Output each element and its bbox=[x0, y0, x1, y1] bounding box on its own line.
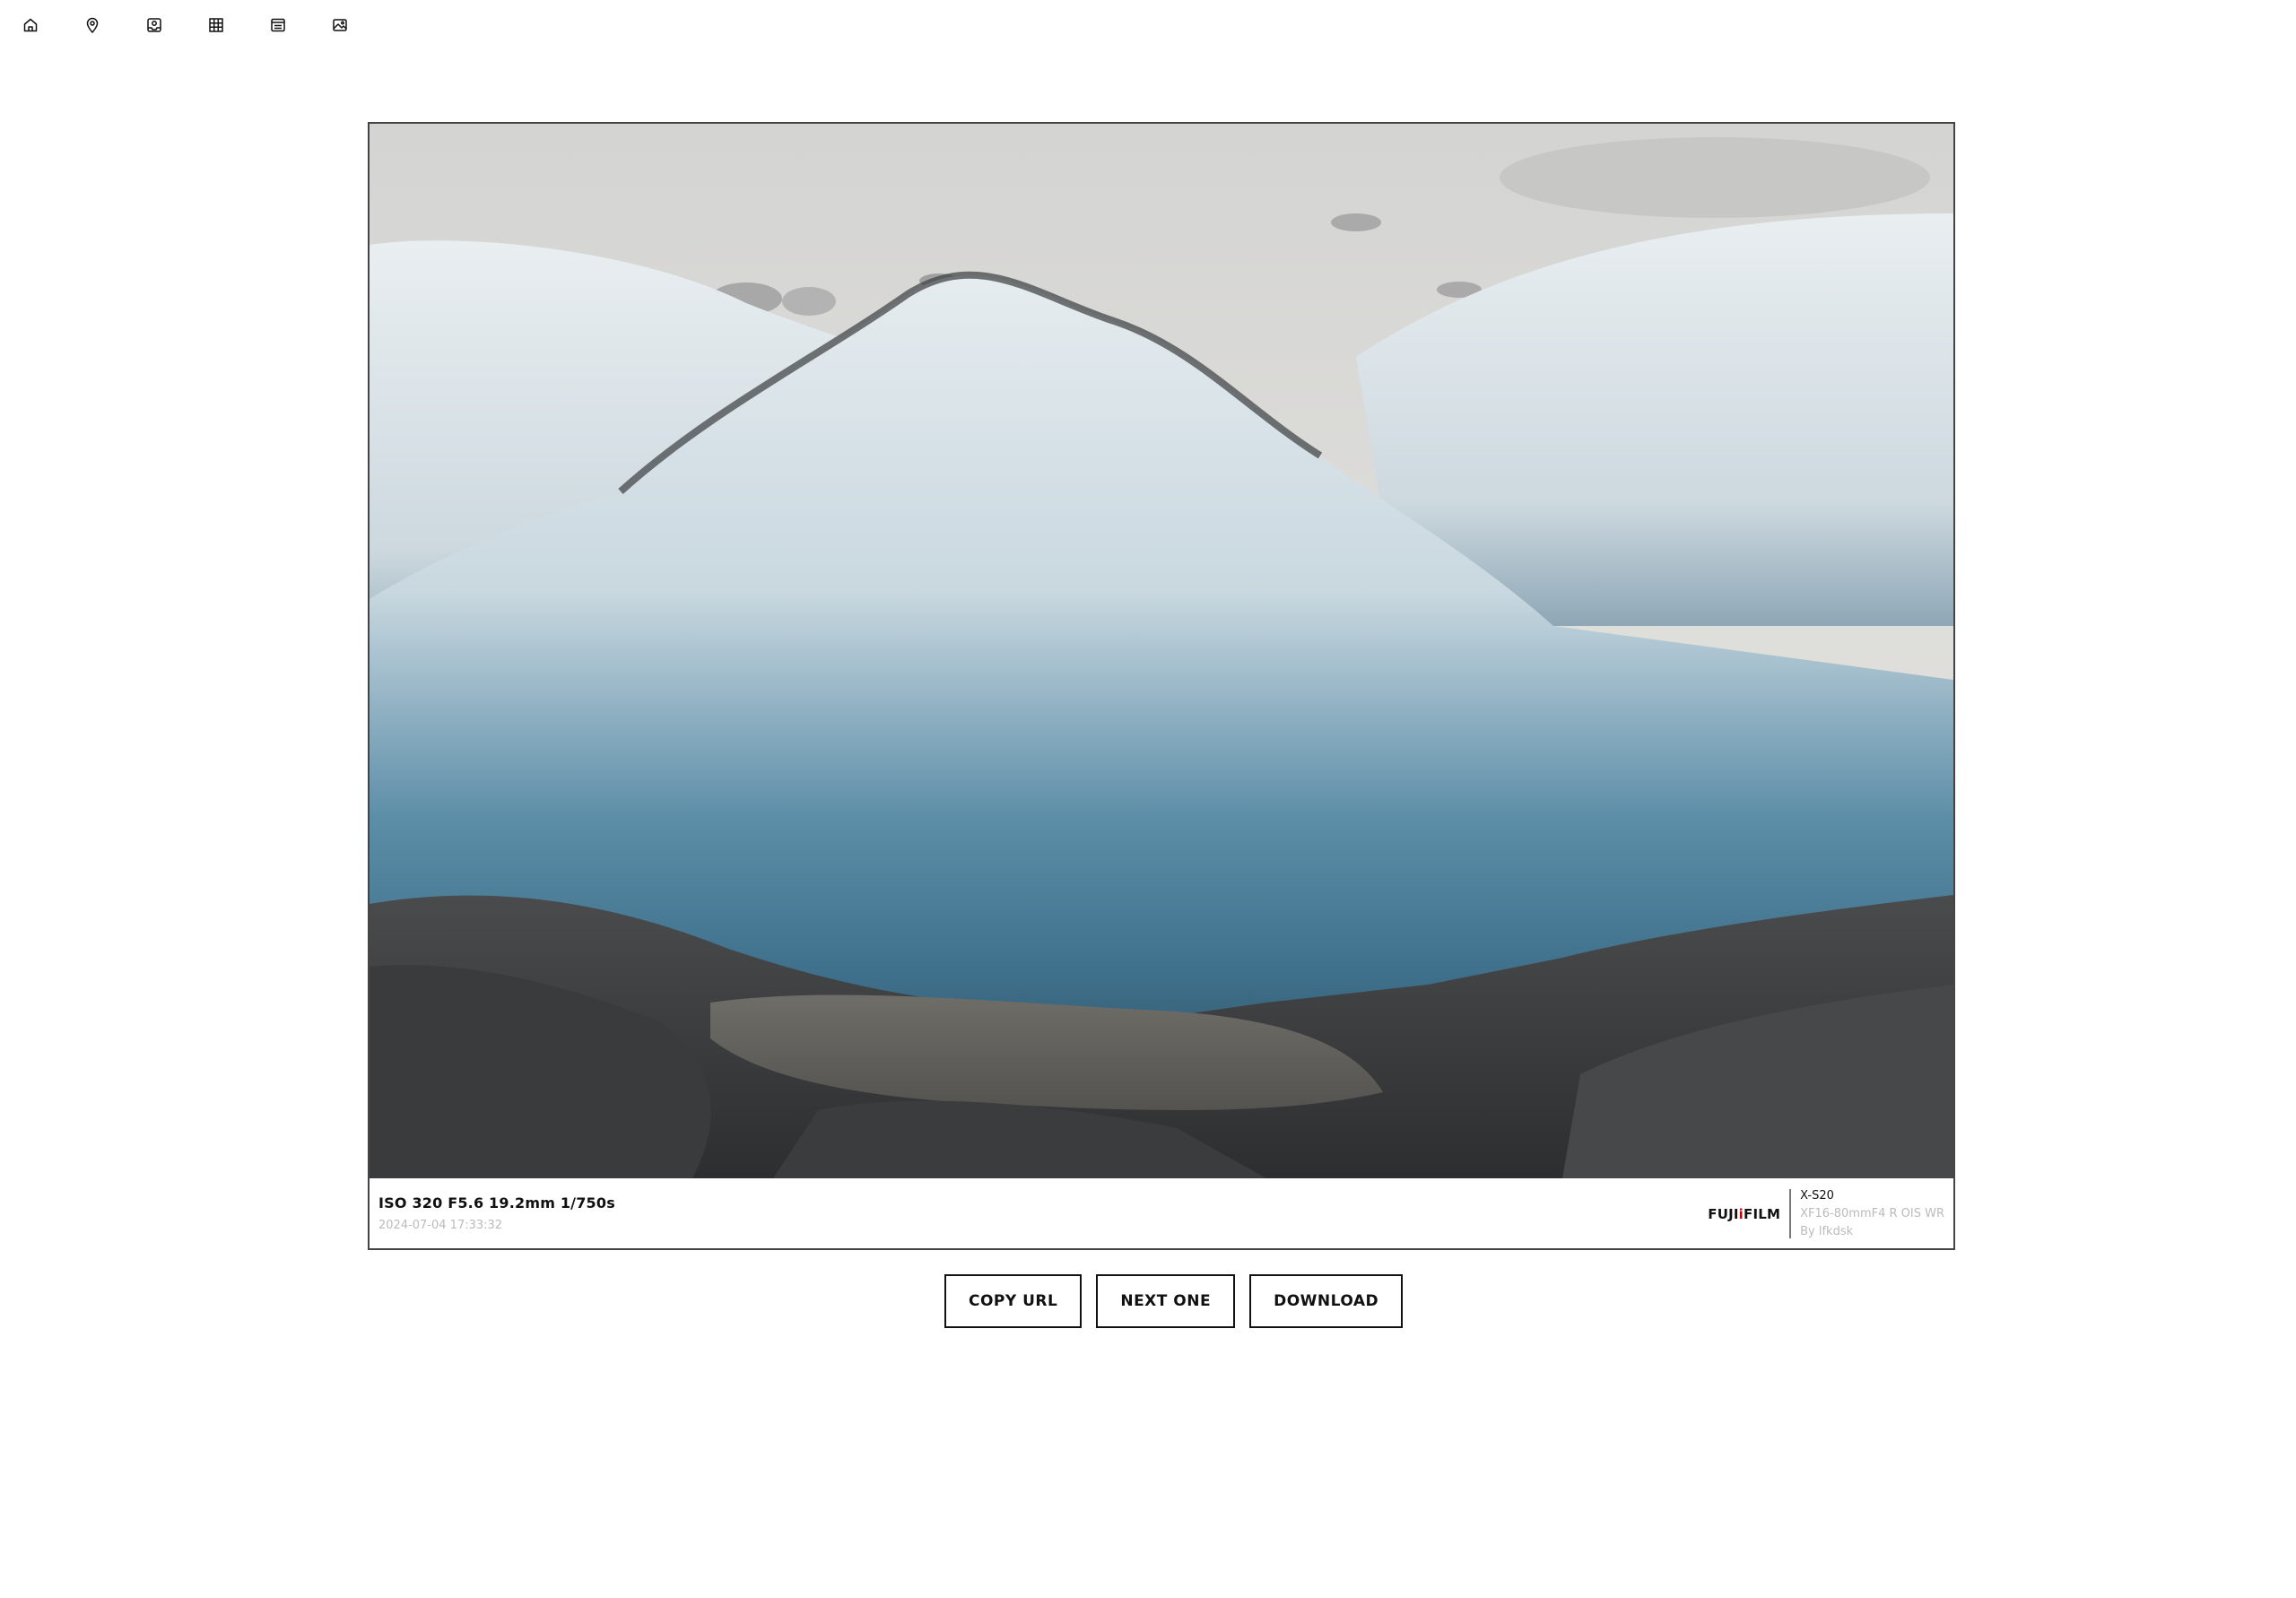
nav-list[interactable] bbox=[269, 13, 331, 38]
photo-author: By lfkdsk bbox=[1800, 1225, 1854, 1238]
photo-meta-left: ISO 320 F5.6 19.2mm 1/750s 2024-07-04 17… bbox=[378, 1194, 615, 1232]
action-bar: COPY URL NEXT ONE DOWNLOAD bbox=[944, 1274, 1404, 1328]
brand-suffix: FILM bbox=[1744, 1205, 1781, 1222]
nav-map[interactable] bbox=[83, 13, 145, 38]
photo-image bbox=[370, 124, 1953, 1178]
exif-settings: ISO 320 F5.6 19.2mm 1/750s bbox=[378, 1194, 615, 1212]
camera-info: X-S20 XF16-80mmF4 R OIS WR By lfkdsk bbox=[1800, 1189, 1944, 1238]
camera-model: X-S20 bbox=[1800, 1189, 1834, 1203]
brand-prefix: FUJI bbox=[1708, 1205, 1739, 1222]
photo-meta-right: FUJI i FILM X-S20 XF16-80mmF4 R OIS WR By … bbox=[1708, 1189, 1944, 1238]
map-pin-icon bbox=[86, 17, 99, 34]
camera-roll-icon bbox=[147, 18, 161, 32]
copy-url-button[interactable]: COPY URL bbox=[944, 1274, 1083, 1328]
next-one-button[interactable]: NEXT ONE bbox=[1096, 1274, 1236, 1328]
list-icon bbox=[271, 18, 285, 32]
divider bbox=[1789, 1189, 1792, 1238]
camera-brand-logo: FUJI i FILM bbox=[1708, 1189, 1789, 1238]
grid-icon bbox=[209, 18, 223, 32]
photo-card: ISO 320 F5.6 19.2mm 1/750s 2024-07-04 17… bbox=[368, 122, 1955, 1250]
nav-home[interactable] bbox=[22, 13, 83, 38]
nav-gallery[interactable] bbox=[145, 13, 207, 38]
download-button[interactable]: DOWNLOAD bbox=[1249, 1274, 1404, 1328]
capture-datetime: 2024-07-04 17:33:32 bbox=[378, 1219, 503, 1232]
lens-model: XF16-80mmF4 R OIS WR bbox=[1800, 1207, 1944, 1220]
nav-photo[interactable] bbox=[331, 13, 393, 38]
image-icon bbox=[333, 19, 347, 31]
nav-grid[interactable] bbox=[207, 13, 269, 38]
home-icon bbox=[23, 18, 38, 32]
top-nav bbox=[22, 13, 393, 38]
glacier-photo[interactable] bbox=[370, 124, 1953, 1178]
